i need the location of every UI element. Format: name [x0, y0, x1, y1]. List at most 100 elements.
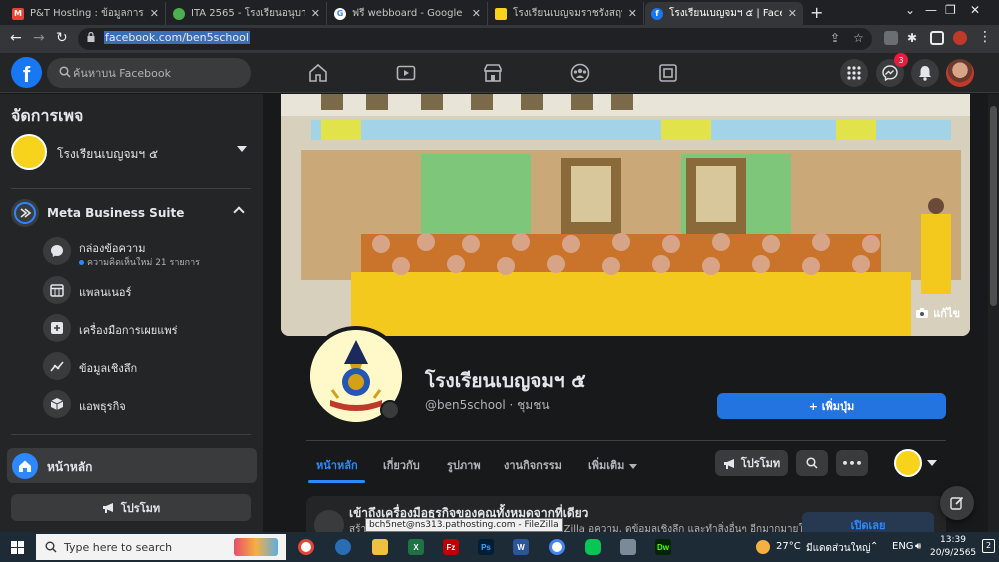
new-tab-icon[interactable]: +: [810, 3, 823, 22]
marketplace-icon[interactable]: [483, 63, 503, 83]
search-input[interactable]: [73, 64, 243, 82]
notifications-button[interactable]: [911, 59, 939, 87]
sidebar-item-insights[interactable]: ข้อมูลเชิงลึก: [43, 351, 253, 381]
scrollbar-thumb[interactable]: [990, 106, 997, 306]
close-tab-icon[interactable]: ✕: [150, 7, 159, 20]
sidebar-item-publishing-tools[interactable]: เครื่องมือการเผยแพร่: [43, 313, 253, 343]
url-text[interactable]: facebook.com/ben5school: [104, 31, 250, 44]
promote-button[interactable]: โปรโมท: [715, 450, 788, 476]
tab-events[interactable]: งานกิจกรรม: [504, 456, 562, 474]
edit-cover-button[interactable]: แก้ไข: [916, 304, 960, 322]
publishing-icon: [43, 314, 71, 342]
tab-search-icon[interactable]: ⌄: [905, 3, 915, 17]
tab-more[interactable]: เพิ่มเติม: [588, 456, 638, 474]
new-message-button[interactable]: [940, 486, 974, 520]
page-title: โรงเรียนเบญจมฯ ๕: [425, 370, 586, 392]
sidebar-item-business-apps[interactable]: แอพธุรกิจ: [43, 389, 253, 419]
sidebar-item-planner[interactable]: แพลนเนอร์: [43, 275, 253, 305]
profile-icon[interactable]: [953, 31, 967, 45]
chrome-active-icon[interactable]: [549, 539, 565, 555]
taskbar-clock[interactable]: 13:39 20/9/2565: [930, 534, 976, 560]
browser-tab[interactable]: ITA 2565 - โรงเรียนอนุบาลจอมบึ ✕: [167, 2, 327, 25]
search-highlight-icon: [234, 538, 278, 556]
home-icon[interactable]: [308, 63, 328, 83]
meta-business-suite[interactable]: Meta Business Suite: [11, 199, 251, 229]
restore-icon[interactable]: ❐: [945, 3, 956, 17]
search-icon: [806, 457, 818, 469]
close-tab-icon[interactable]: ✕: [788, 7, 797, 20]
gmail-icon: M: [12, 7, 24, 20]
close-tab-icon[interactable]: ✕: [628, 7, 637, 20]
close-tab-icon[interactable]: ✕: [311, 7, 320, 20]
page-scrollbar[interactable]: [988, 94, 999, 532]
menu-grid-button[interactable]: [840, 59, 868, 87]
home-icon: [12, 453, 38, 479]
extension-icon[interactable]: [884, 31, 898, 45]
taskbar-search[interactable]: Type here to search: [36, 534, 286, 560]
chevron-up-icon[interactable]: [233, 206, 245, 218]
tab-photos[interactable]: รูปภาพ: [447, 456, 481, 474]
back-icon[interactable]: ←: [10, 30, 22, 46]
more-options-button[interactable]: •••: [836, 450, 868, 476]
forward-icon[interactable]: →: [33, 30, 45, 46]
sidebar-promote-button[interactable]: โปรโมท: [11, 494, 251, 521]
page-handle-category: @ben5school · ชุมชน: [425, 398, 550, 412]
sidebar-item-inbox[interactable]: กล่องข้อความ ความคิดเห็นใหม่ 21 รายการ: [43, 236, 253, 268]
add-button[interactable]: + เพิ่มปุ่ม: [717, 393, 946, 419]
weather-icon[interactable]: [756, 540, 770, 554]
page-switcher[interactable]: โรงเรียนเบญจมฯ ๕: [11, 134, 251, 170]
weather-temp: 27°C: [776, 541, 801, 552]
megaphone-icon: [723, 458, 734, 469]
facebook-header: f: [0, 53, 999, 93]
close-window-icon[interactable]: ✕: [970, 3, 980, 17]
account-avatar[interactable]: [946, 59, 974, 87]
browser-tab[interactable]: M P&T Hosting : ข้อมูลการใช้งานเ ✕: [6, 2, 166, 25]
puzzle-icon[interactable]: ✱: [907, 31, 921, 45]
app-icon[interactable]: [620, 539, 636, 555]
browser-tab[interactable]: โรงเรียนเบญจมราชรังสฤษฎิ์ 5 ✕: [489, 2, 644, 25]
line-icon[interactable]: [585, 539, 601, 555]
chrome-icon[interactable]: [298, 539, 314, 555]
watch-icon[interactable]: [396, 63, 416, 83]
page-search-button[interactable]: [796, 450, 828, 476]
excel-icon[interactable]: X: [408, 539, 424, 555]
caret-down-icon[interactable]: [927, 460, 937, 466]
minimize-icon[interactable]: —: [925, 3, 937, 17]
tab-home[interactable]: หน้าหลัก: [316, 456, 358, 474]
app-icon[interactable]: [335, 539, 351, 555]
gaming-icon[interactable]: [658, 63, 678, 83]
browser-tab-active[interactable]: f โรงเรียนเบญจมฯ ๕ | Facebook ✕: [645, 2, 803, 25]
facebook-search[interactable]: [47, 58, 251, 88]
filezilla-icon[interactable]: Fz: [443, 539, 459, 555]
reload-icon[interactable]: ↻: [56, 30, 68, 46]
sidebar-icon[interactable]: [930, 31, 944, 45]
dreamweaver-icon[interactable]: Dw: [655, 539, 671, 555]
browser-tab-strip: M P&T Hosting : ข้อมูลการใช้งานเ ✕ ITA 2…: [0, 0, 999, 25]
unread-dot: [79, 260, 84, 265]
tray-chevron-icon[interactable]: ⌃: [870, 541, 878, 552]
tab-about[interactable]: เกี่ยวกับ: [383, 456, 420, 474]
act-as-avatar[interactable]: [894, 449, 922, 477]
browser-tab[interactable]: G ฟรี webboard - Google Search ✕: [328, 2, 488, 25]
browser-toolbar: ← → ↻ facebook.com/ben5school ⇪ ☆ ✱ ⋮: [0, 25, 999, 53]
groups-icon[interactable]: [570, 63, 590, 83]
input-language[interactable]: ENG: [892, 541, 914, 552]
notification-center[interactable]: 2: [982, 539, 995, 553]
weather-desc: มีแดดส่วนใหญ่: [806, 543, 871, 554]
page-main: แก้ไข โรงเรียนเบญจมฯ ๕ @ben5school · ชุม…: [263, 94, 999, 536]
close-tab-icon[interactable]: ✕: [472, 7, 481, 20]
bookmark-star-icon[interactable]: ☆: [853, 31, 864, 45]
change-photo-button[interactable]: [380, 400, 400, 420]
address-bar[interactable]: facebook.com/ben5school ⇪ ☆: [78, 28, 872, 50]
windows-start-icon[interactable]: [11, 541, 24, 554]
volume-icon[interactable]: 🔊︎: [915, 541, 921, 552]
facebook-logo[interactable]: f: [11, 57, 42, 88]
menu-icon[interactable]: ⋮: [978, 29, 992, 45]
meta-business-suite-icon: [11, 199, 39, 227]
sidebar-item-home[interactable]: หน้าหลัก: [7, 448, 257, 483]
share-icon[interactable]: ⇪: [830, 31, 840, 45]
word-icon[interactable]: W: [513, 539, 529, 555]
windows-taskbar: Type here to search X Fz Ps W Dw 27°C มี…: [0, 532, 999, 562]
photoshop-icon[interactable]: Ps: [478, 539, 494, 555]
file-explorer-icon[interactable]: [372, 539, 388, 555]
